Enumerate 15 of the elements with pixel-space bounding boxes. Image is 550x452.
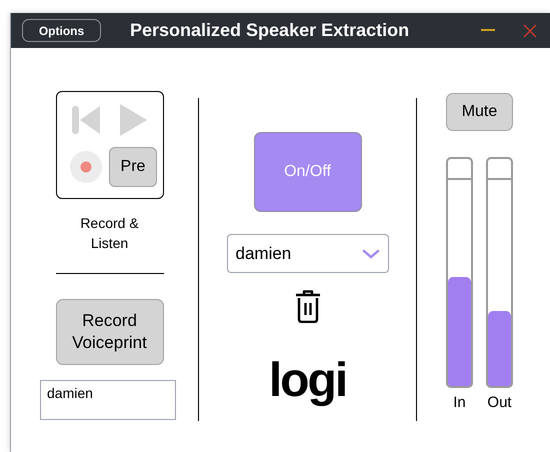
trash-icon[interactable]: [294, 290, 320, 323]
meter-label: In: [453, 393, 466, 413]
options-button[interactable]: Options: [22, 19, 101, 42]
brand-logo: logi: [268, 356, 346, 406]
meter-label: Out: [487, 393, 512, 413]
pre-button[interactable]: Pre: [109, 147, 157, 187]
close-icon[interactable]: [523, 24, 537, 38]
record-listen-label: Record & Listen: [79, 214, 140, 253]
mute-button[interactable]: Mute: [446, 93, 513, 131]
chevron-down-icon: [362, 248, 380, 258]
record-voiceprint-button[interactable]: Record Voiceprint: [56, 299, 164, 365]
record-icon[interactable]: [69, 150, 103, 184]
speaker-dropdown[interactable]: damien: [226, 234, 388, 273]
window-title: Personalized Speaker Extraction: [130, 19, 410, 42]
voiceprint-name-field[interactable]: damien: [40, 380, 176, 420]
